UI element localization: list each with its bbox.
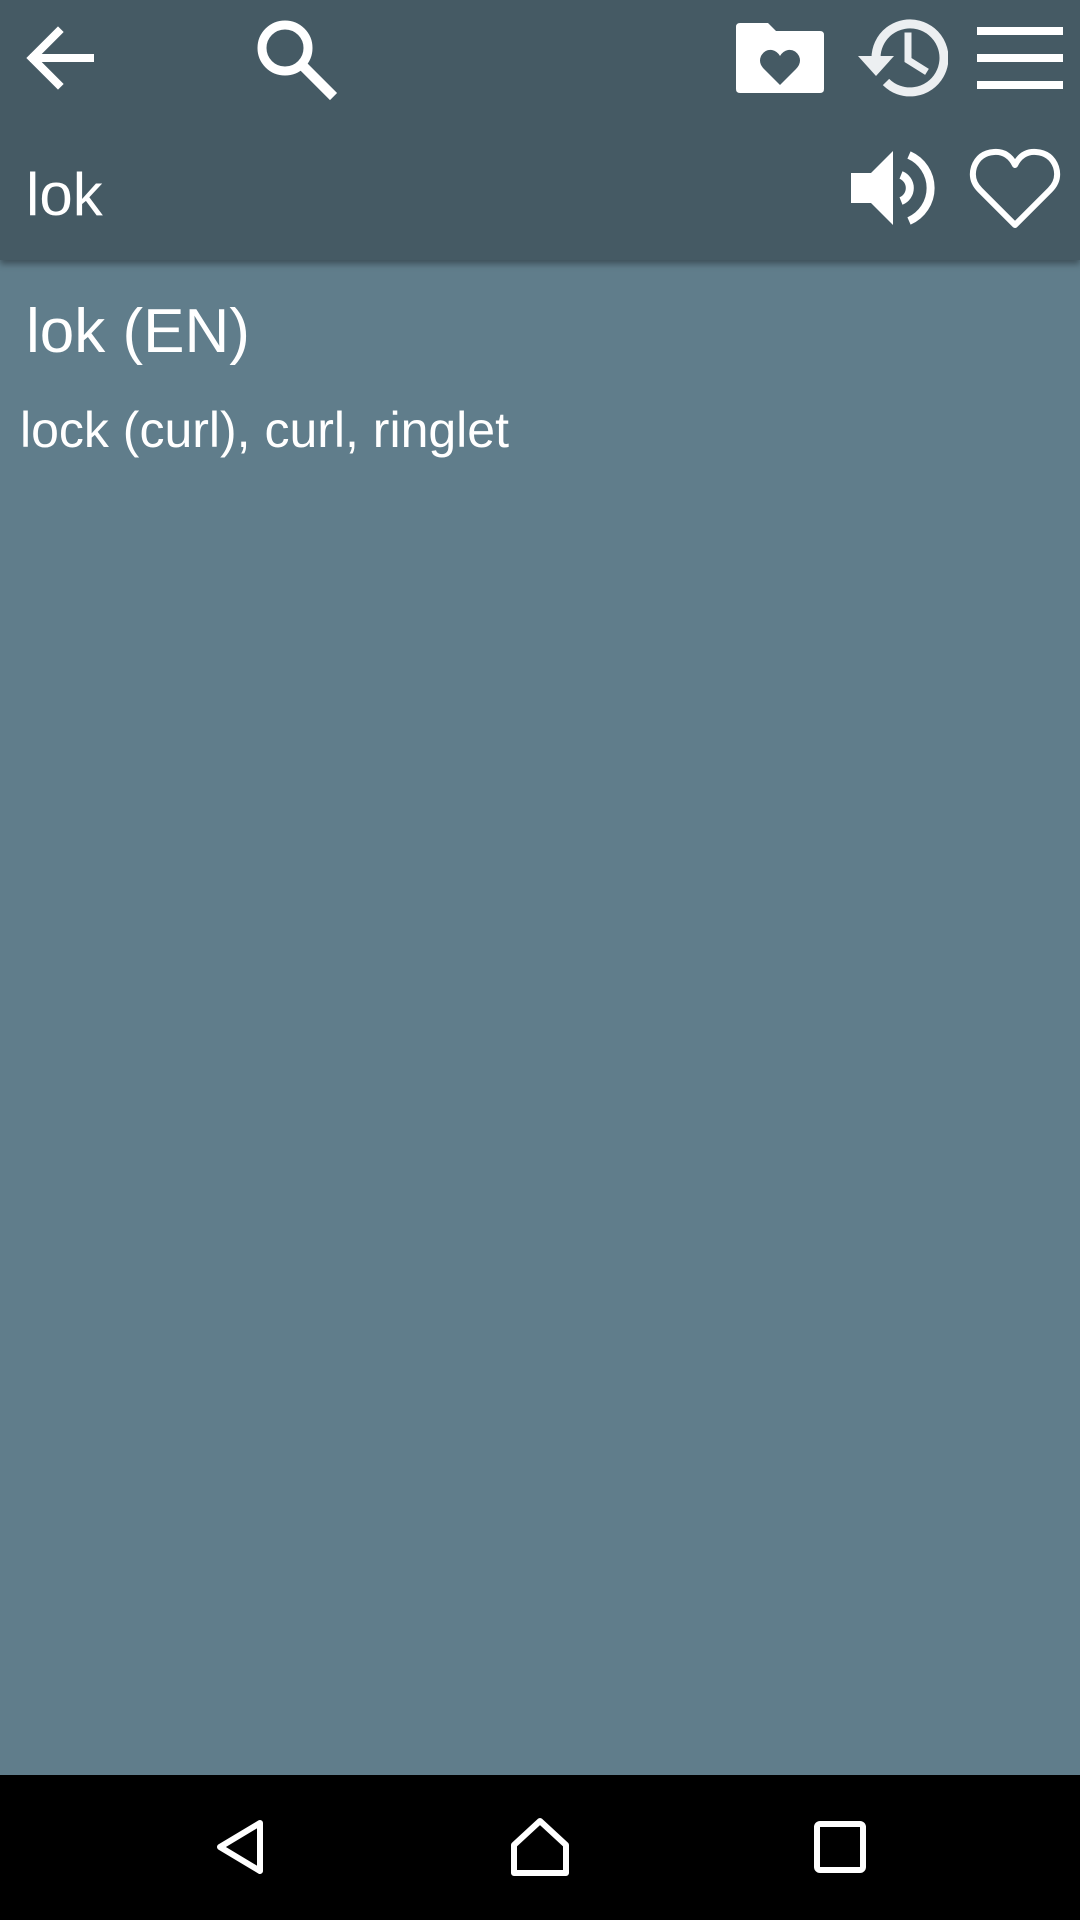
- nav-recents-square-icon: [814, 1821, 866, 1873]
- system-navigation-bar: [0, 1775, 1080, 1920]
- entry-title: lok (EN): [26, 297, 250, 366]
- volume-icon: [851, 150, 935, 225]
- hamburger-menu-icon: [977, 27, 1063, 89]
- search-icon: [257, 20, 338, 101]
- app-header: lok: [0, 0, 1080, 260]
- app-root: lok lok (EN) lock (curl), curl, ringlet: [0, 0, 1080, 1920]
- heart-outline-icon: [969, 148, 1061, 228]
- favorite-button[interactable]: [960, 135, 1070, 240]
- nav-back-triangle-icon: [217, 1820, 263, 1874]
- nav-home-button[interactable]: [490, 1797, 590, 1897]
- history-button[interactable]: [845, 8, 955, 108]
- folder-heart-icon: [736, 23, 824, 93]
- arrow-back-icon: [26, 26, 94, 90]
- nav-recents-button[interactable]: [790, 1797, 890, 1897]
- nav-home-icon: [511, 1818, 569, 1876]
- history-icon: [858, 19, 948, 97]
- nav-back-button[interactable]: [190, 1797, 290, 1897]
- back-button[interactable]: [10, 8, 110, 108]
- entry-translation: lock (curl), curl, ringlet: [20, 402, 509, 458]
- search-button[interactable]: [245, 8, 345, 108]
- favorites-folder-button[interactable]: [725, 8, 835, 108]
- menu-button[interactable]: [970, 8, 1070, 108]
- entry-content: lok (EN) lock (curl), curl, ringlet: [0, 260, 1080, 1775]
- query-word[interactable]: lok: [26, 155, 103, 235]
- speak-button[interactable]: [840, 135, 950, 240]
